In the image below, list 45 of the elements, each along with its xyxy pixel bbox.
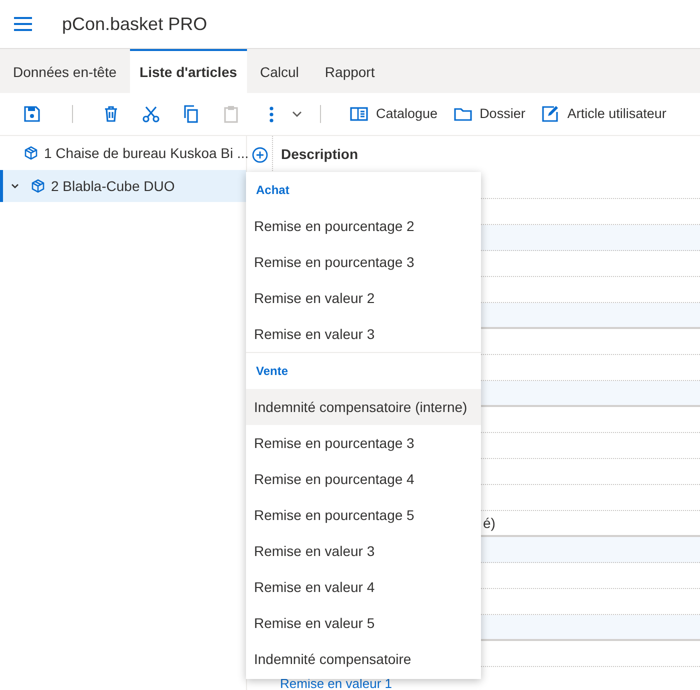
cube-icon bbox=[31, 179, 45, 193]
toolbar-button[interactable]: Dossier bbox=[452, 104, 526, 124]
column-header: Description bbox=[281, 145, 358, 164]
tab[interactable]: Calcul bbox=[252, 49, 307, 93]
book-icon bbox=[349, 104, 369, 124]
menu-item[interactable]: Remise en valeur 4 bbox=[246, 569, 481, 605]
toolbar-button[interactable]: Article utilisateur bbox=[540, 104, 666, 124]
add-icon[interactable] bbox=[252, 146, 268, 162]
menu-item[interactable]: Remise en pourcentage 3 bbox=[246, 425, 481, 461]
tab[interactable]: Liste d'articles bbox=[130, 49, 248, 93]
tree-item[interactable]: 1 Chaise de bureau Kuskoa Bi ... bbox=[0, 136, 246, 170]
menu-item[interactable]: Remise en pourcentage 3 bbox=[246, 244, 481, 280]
menu-item[interactable]: Remise en valeur 3 bbox=[246, 533, 481, 569]
toolbar-icon-button[interactable] bbox=[141, 104, 161, 124]
tab[interactable]: Rapport bbox=[316, 49, 383, 93]
toolbar-icon-button[interactable] bbox=[292, 111, 302, 117]
tab[interactable]: Données en-tête bbox=[5, 49, 125, 93]
cube-icon bbox=[24, 146, 38, 160]
toolbar-icon-button[interactable] bbox=[181, 104, 201, 124]
more-icon bbox=[269, 106, 274, 122]
app-title: pCon.basket PRO bbox=[62, 12, 208, 36]
toolbar-button[interactable]: Catalogue bbox=[349, 104, 438, 124]
tree-item[interactable]: 2 Blabla-Cube DUO bbox=[0, 170, 246, 202]
menu-item[interactable]: Remise en pourcentage 4 bbox=[246, 461, 481, 497]
menu-item[interactable]: Remise en valeur 5 bbox=[246, 605, 481, 641]
menu-item[interactable]: Remise en valeur 3 bbox=[246, 316, 481, 352]
link[interactable]: Remise en valeur 1 bbox=[280, 678, 392, 689]
menu-item[interactable]: Indemnité compensatoire (interne) bbox=[246, 389, 481, 425]
toolbar-icon-button[interactable] bbox=[22, 104, 42, 124]
chevron-icon[interactable] bbox=[10, 181, 20, 191]
scissors-icon bbox=[141, 104, 161, 124]
table-cell-text: é) bbox=[483, 514, 496, 533]
menu-item[interactable]: Indemnité compensatoire bbox=[246, 641, 481, 677]
menu-item[interactable]: Remise en pourcentage 2 bbox=[246, 208, 481, 244]
menu-item[interactable]: Remise en pourcentage 5 bbox=[246, 497, 481, 533]
menu-group-header: Achat bbox=[255, 182, 290, 199]
toolbar-icon-button[interactable] bbox=[269, 106, 274, 122]
copy-icon bbox=[181, 104, 201, 124]
menu-group-header: Vente bbox=[255, 363, 290, 380]
chevron-down-icon bbox=[292, 111, 302, 117]
clipboard-icon bbox=[221, 104, 241, 124]
edit-icon bbox=[540, 104, 560, 124]
menu-icon[interactable] bbox=[13, 16, 33, 32]
save-icon bbox=[22, 104, 42, 124]
menu-item[interactable]: Remise en valeur 2 bbox=[246, 280, 481, 316]
